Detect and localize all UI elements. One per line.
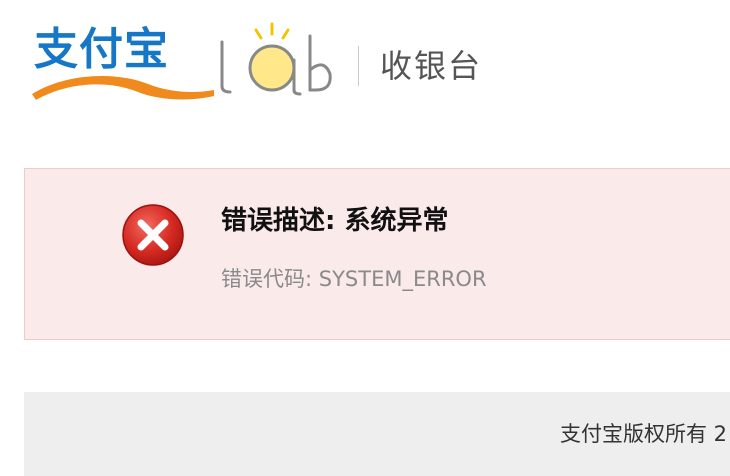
error-message-box: 错误描述: 系统异常 错误代码: SYSTEM_ERROR — [24, 168, 730, 340]
error-code: 错误代码: SYSTEM_ERROR — [221, 263, 487, 295]
page-header: 支付宝 收银台 — [0, 0, 730, 140]
lab-logo-icon — [220, 22, 332, 96]
page-title: 收银台 — [380, 47, 483, 85]
error-x-icon — [122, 204, 184, 266]
alipay-lab-logo[interactable]: 支付宝 — [28, 20, 340, 102]
cashier-error-page: 支付宝 收银台 错误描述: 系统异常 错误代码: SYSTEM_ERROR 支付… — [0, 0, 730, 476]
header-divider — [358, 46, 359, 86]
page-footer: 支付宝版权所有 2 — [24, 392, 730, 476]
error-code-label: 错误代码: — [221, 267, 313, 291]
error-description: 错误描述: 系统异常 — [221, 206, 449, 236]
alipay-brand-text: 支付宝 — [34, 24, 169, 75]
copyright-text: 支付宝版权所有 2 — [560, 422, 728, 446]
error-code-value: SYSTEM_ERROR — [318, 267, 487, 291]
